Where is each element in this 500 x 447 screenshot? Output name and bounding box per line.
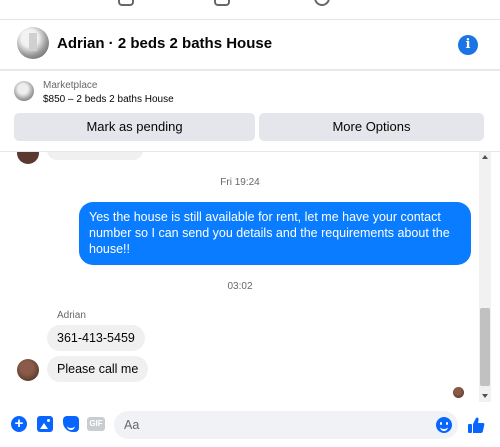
scroll-down-arrow-icon[interactable] (482, 394, 488, 398)
info-icon[interactable]: i (458, 35, 478, 55)
listing-title[interactable]: $850 – 2 beds 2 baths House (43, 94, 174, 105)
contact-avatar[interactable] (17, 27, 49, 59)
groups-nav-icon[interactable] (214, 0, 230, 6)
marketplace-nav-icon[interactable] (118, 0, 134, 6)
timestamp: 03:02 (227, 281, 253, 292)
incoming-message-bubble[interactable]: 361-413-5459 (47, 325, 145, 351)
sender-avatar[interactable] (17, 359, 39, 381)
messenger-chat-window: Adrian · 2 beds 2 baths House i Marketpl… (0, 0, 500, 447)
conversation-header: Adrian · 2 beds 2 baths House i (0, 20, 500, 70)
incoming-message-bubble[interactable]: Please call me (47, 356, 149, 382)
previous-sender-avatar (17, 152, 39, 164)
sender-name: Adrian (57, 310, 86, 321)
message-composer: + GIF Aa (0, 402, 500, 447)
photo-icon[interactable] (37, 416, 53, 432)
listing-thumbnail[interactable] (14, 81, 34, 101)
timestamp: Fri 19:24 (220, 177, 260, 188)
message-input[interactable]: Aa (114, 411, 458, 439)
outgoing-message-bubble[interactable]: Yes the house is still available for ren… (79, 202, 471, 265)
seen-indicator-avatar (453, 387, 464, 398)
message-thread: Fri 19:24 Yes the house is still availab… (0, 152, 500, 402)
top-nav-strip (0, 0, 500, 20)
profile-nav-icon[interactable] (314, 0, 330, 6)
previous-message-bubble[interactable] (47, 152, 143, 160)
thumbs-up-icon[interactable] (467, 416, 485, 434)
scrollbar-thumb[interactable] (480, 308, 490, 386)
scroll-up-arrow-icon[interactable] (482, 155, 488, 159)
sticker-icon[interactable] (63, 416, 79, 432)
conversation-title[interactable]: Adrian · 2 beds 2 baths House (57, 35, 272, 52)
mark-as-pending-button[interactable]: Mark as pending (14, 113, 255, 141)
marketplace-listing-bar: Marketplace $850 – 2 beds 2 baths House … (0, 71, 500, 152)
marketplace-label: Marketplace (43, 80, 98, 91)
more-options-button[interactable]: More Options (259, 113, 484, 141)
gif-icon[interactable]: GIF (87, 417, 105, 431)
emoji-icon[interactable] (436, 417, 452, 433)
plus-icon[interactable]: + (11, 416, 27, 432)
